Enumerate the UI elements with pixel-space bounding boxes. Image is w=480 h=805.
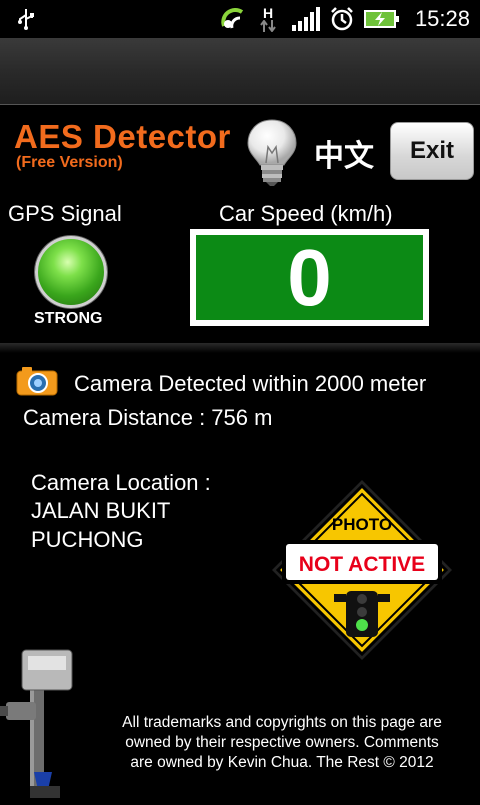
title-bar xyxy=(0,38,480,105)
sign-status-text: NOT ACTIVE xyxy=(298,553,426,576)
footer-line: are owned by Kevin Chua. The Rest © 2012 xyxy=(130,754,434,771)
language-toggle[interactable]: 中文 xyxy=(314,131,374,175)
footer-line: owned by their respective owners. Commen… xyxy=(125,734,439,751)
sign-photo-text: PHOTO xyxy=(331,515,393,534)
footer-line: All trademarks and copyrights on this pa… xyxy=(122,714,442,731)
speed-value: 0 xyxy=(196,233,423,322)
sync-icon xyxy=(220,6,246,32)
status-time: 15:28 xyxy=(414,6,470,31)
camera-detected-text: Camera Detected within 2000 meter xyxy=(74,371,427,396)
battery-charging-icon xyxy=(364,6,400,32)
gps-status-indicator xyxy=(35,236,107,308)
camera-distance-text: Camera Distance : 756 m xyxy=(23,405,273,430)
gps-signal-label: GPS Signal xyxy=(8,201,122,226)
camera-location-line1: JALAN BUKIT xyxy=(31,498,171,523)
signal-icon xyxy=(290,6,322,32)
car-speed-label: Car Speed (km/h) xyxy=(219,201,393,226)
photo-enforcement-sign: PHOTO NOT ACTIVE xyxy=(270,478,454,662)
light-bulb-icon[interactable] xyxy=(244,117,300,187)
status-bar: H 15:28 xyxy=(0,0,480,38)
section-divider xyxy=(0,343,480,353)
usb-icon xyxy=(14,6,38,32)
app-title: AES Detector xyxy=(14,118,231,155)
network-type-label: H xyxy=(262,4,274,21)
gps-strength-text: STRONG xyxy=(34,310,103,327)
hspa-data-icon: H xyxy=(258,6,278,32)
exit-button[interactable]: Exit xyxy=(390,122,474,180)
camera-icon xyxy=(16,366,58,396)
speed-camera-icon xyxy=(0,646,80,800)
app-subtitle: (Free Version) xyxy=(16,154,123,171)
camera-location-line2: PUCHONG xyxy=(31,527,144,552)
speed-display: 0 xyxy=(190,229,429,326)
alarm-icon xyxy=(328,6,356,32)
copyright-footer: All trademarks and copyrights on this pa… xyxy=(104,713,460,773)
camera-location-label: Camera Location : xyxy=(31,470,211,495)
